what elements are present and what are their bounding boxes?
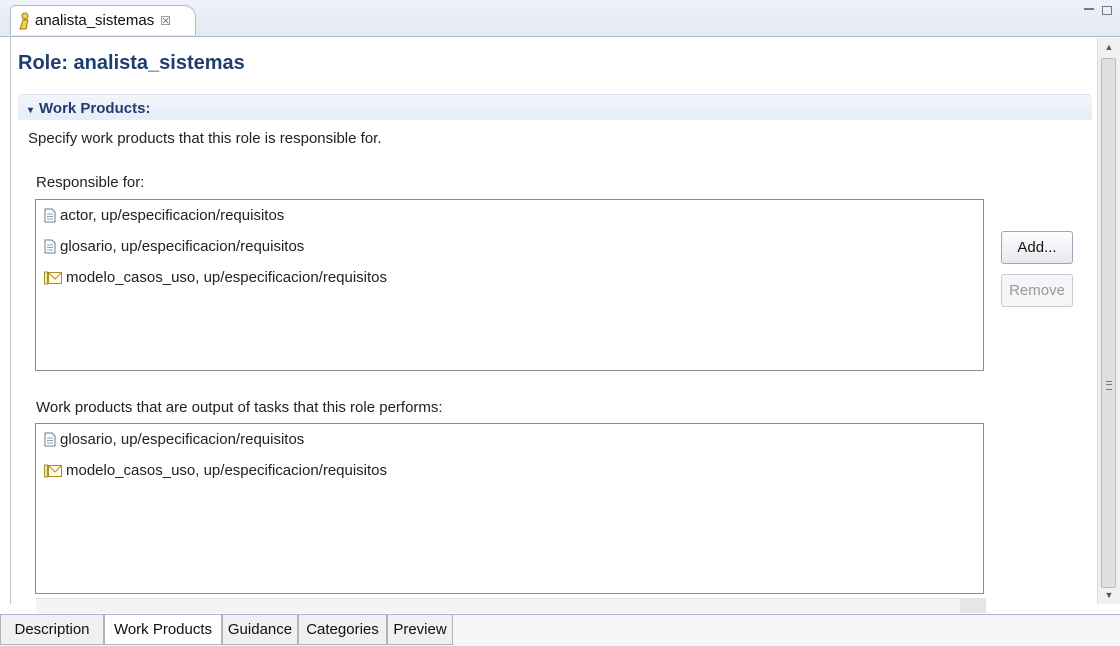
page-tab-bar: Description Work Products Guidance Categ… bbox=[0, 614, 1120, 646]
role-icon bbox=[19, 12, 29, 29]
tab-description[interactable]: Description bbox=[0, 615, 104, 645]
list-item-text: modelo_casos_uso, up/especificacion/requ… bbox=[66, 269, 388, 286]
responsible-for-list[interactable]: actor, up/especificacion/requisitos glos… bbox=[35, 199, 984, 371]
add-button[interactable]: Add... bbox=[1001, 231, 1073, 264]
outputs-label: Work products that are output of tasks t… bbox=[36, 399, 443, 416]
section-title-label: Work Products: bbox=[39, 100, 151, 117]
editor-tab-bar: analista_sistemas ☒ bbox=[0, 0, 1120, 37]
editor-tab-analista-sistemas[interactable]: analista_sistemas ☒ bbox=[10, 5, 196, 35]
section-title[interactable]: ▾ Work Products: bbox=[28, 100, 150, 117]
close-icon[interactable]: ☒ bbox=[160, 14, 171, 28]
scroll-down-icon[interactable]: ▼ bbox=[1098, 586, 1120, 604]
minimize-icon[interactable] bbox=[1084, 8, 1094, 15]
scrollbar-corner bbox=[960, 599, 986, 613]
tab-preview[interactable]: Preview bbox=[387, 615, 453, 645]
document-icon bbox=[44, 432, 56, 447]
list-item-text: actor, up/especificacion/requisitos bbox=[60, 207, 285, 224]
vertical-scrollbar[interactable]: ▲ ▼ bbox=[1097, 38, 1120, 604]
horizontal-scrollbar[interactable] bbox=[36, 598, 986, 613]
editor-tab-title: analista_sistemas bbox=[35, 12, 155, 29]
tab-work-products[interactable]: Work Products bbox=[104, 615, 222, 645]
list-item[interactable]: actor, up/especificacion/requisitos bbox=[36, 200, 983, 231]
list-item[interactable]: glosario, up/especificacion/requisitos bbox=[36, 424, 983, 455]
chevron-down-icon[interactable]: ▾ bbox=[28, 105, 33, 116]
responsible-for-label: Responsible for: bbox=[36, 174, 145, 191]
model-icon bbox=[44, 271, 62, 284]
tab-guidance[interactable]: Guidance bbox=[222, 615, 298, 645]
list-item-text: modelo_casos_uso, up/especificacion/requ… bbox=[66, 462, 388, 479]
outputs-list[interactable]: glosario, up/especificacion/requisitos m… bbox=[35, 423, 984, 594]
list-item[interactable]: modelo_casos_uso, up/especificacion/requ… bbox=[36, 455, 983, 486]
section-description: Specify work products that this role is … bbox=[28, 130, 382, 147]
list-item[interactable]: glosario, up/especificacion/requisitos bbox=[36, 231, 983, 262]
maximize-icon[interactable] bbox=[1102, 6, 1112, 15]
document-icon bbox=[44, 239, 56, 254]
scrollbar-thumb[interactable] bbox=[1101, 58, 1116, 588]
window-controls bbox=[1084, 6, 1112, 15]
document-icon bbox=[44, 208, 56, 223]
list-item-text: glosario, up/especificacion/requisitos bbox=[60, 431, 305, 448]
model-icon bbox=[44, 464, 62, 477]
remove-button[interactable]: Remove bbox=[1001, 274, 1073, 307]
page-title: Role: analista_sistemas bbox=[18, 52, 245, 74]
tab-categories[interactable]: Categories bbox=[298, 615, 387, 645]
scroll-up-icon[interactable]: ▲ bbox=[1098, 38, 1120, 56]
section-header-work-products[interactable]: ▾ Work Products: bbox=[18, 94, 1092, 120]
list-item-text: glosario, up/especificacion/requisitos bbox=[60, 238, 305, 255]
list-item[interactable]: modelo_casos_uso, up/especificacion/requ… bbox=[36, 262, 983, 293]
grip-icon bbox=[1106, 381, 1112, 390]
